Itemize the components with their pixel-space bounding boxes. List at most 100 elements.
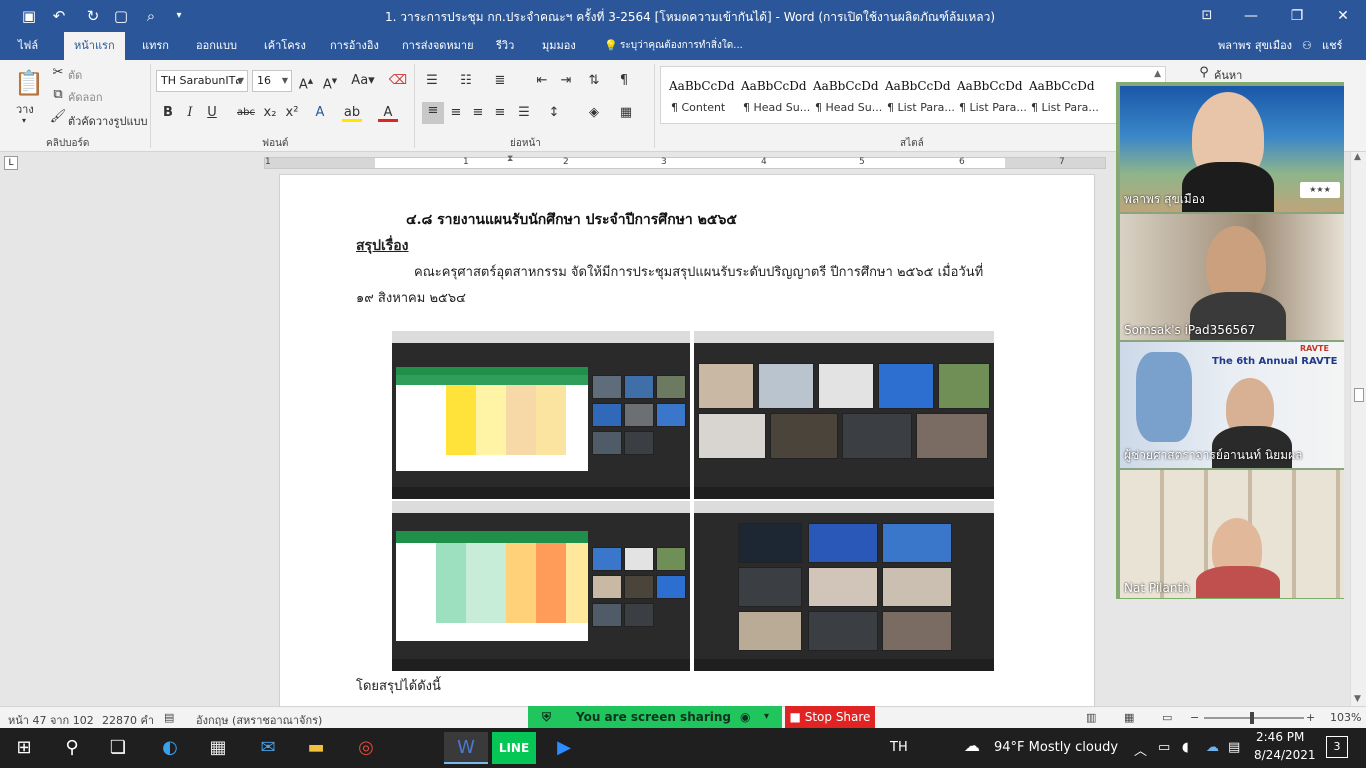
volume-icon[interactable]: ◖ [1182, 740, 1189, 755]
notifications-icon[interactable]: 3 [1326, 736, 1348, 758]
clock-date[interactable]: 8/24/2021 [1254, 748, 1316, 762]
align-left-icon[interactable]: ≡ [422, 102, 444, 124]
close-button[interactable]: ✕ [1320, 0, 1366, 32]
shrink-font-icon[interactable]: A▼ [320, 72, 340, 92]
style-list-para-1[interactable]: AaBbCcDd ¶ List Para... [879, 71, 955, 121]
multilevel-list-icon[interactable]: ≣ [490, 72, 510, 90]
cut-button[interactable]: ตัด [68, 66, 82, 84]
line-spacing-icon[interactable]: ↕ [544, 104, 564, 122]
copy-button[interactable]: คัดลอก [68, 88, 103, 106]
zoom-level[interactable]: 103% [1330, 711, 1361, 724]
video-tile-participant-1[interactable]: ★★★ พลาพร สุขเมือง [1120, 86, 1344, 212]
align-center-icon[interactable]: ≡ [446, 104, 466, 122]
horizontal-ruler[interactable]: 1 1 2 3 4 5 6 7 ⧗ [264, 154, 1106, 169]
font-color-icon[interactable]: A [378, 104, 398, 122]
shading-icon[interactable]: ◈ [584, 104, 604, 122]
zoom-icon[interactable]: ▶ [542, 732, 586, 764]
distributed-icon[interactable]: ☰ [514, 104, 534, 122]
style-list-para-2[interactable]: AaBbCcDd ¶ List Para... [951, 71, 1027, 121]
line-icon[interactable]: LINE [492, 732, 536, 764]
align-right-icon[interactable]: ≡ [468, 104, 488, 122]
borders-icon[interactable]: ▦ [616, 104, 636, 122]
video-tile-participant-3[interactable]: The 6th Annual RAVTE Meeting RAVTE ผู้ช่… [1120, 342, 1344, 468]
keyboard-icon[interactable]: ▤ [1228, 740, 1240, 755]
style-head-sub-2[interactable]: AaBbCcDd ¶ Head Su... [807, 71, 882, 121]
customize-toolbar-icon[interactable]: ▾ [168, 6, 190, 26]
share-person-icon[interactable]: ⚇ [1302, 32, 1312, 60]
style-content[interactable]: AaBbCcDd ¶ Content [663, 71, 735, 121]
vertical-scrollbar[interactable]: ▲ ▼ [1350, 152, 1366, 706]
format-painter-icon[interactable]: 🖌 [48, 108, 68, 126]
copy-icon[interactable]: ⧉ [48, 86, 68, 104]
zoom-slider-thumb[interactable] [1250, 712, 1254, 724]
meeting-video-panel[interactable]: ★★★ พลาพร สุขเมือง Somsak's iPad356567 T… [1116, 82, 1344, 599]
minimize-button[interactable]: — [1228, 0, 1274, 32]
store-icon[interactable]: ▦ [196, 732, 240, 764]
language-indicator[interactable]: อังกฤษ (สหราชอาณาจักร) [196, 711, 322, 729]
stop-share-button[interactable]: ■ Stop Share [785, 706, 875, 728]
video-tile-participant-4[interactable]: Nat Pilanth [1120, 470, 1344, 598]
styles-scroll-up-icon[interactable]: ▲ [1154, 69, 1161, 79]
zoom-out-icon[interactable]: − [1190, 711, 1199, 724]
network-icon[interactable]: ▭ [1158, 740, 1170, 755]
proofing-icon[interactable]: ▤ [164, 711, 174, 724]
justify-icon[interactable]: ≡ [490, 104, 510, 122]
share-button[interactable]: แชร์ [1322, 32, 1342, 60]
decrease-indent-icon[interactable]: ⇤ [532, 72, 552, 90]
search-icon[interactable]: ⚲ [50, 732, 94, 764]
numbering-icon[interactable]: ☷ [456, 72, 476, 90]
windows-start-icon[interactable]: ⊞ [2, 732, 46, 764]
print-preview-icon[interactable]: ⌕ [140, 6, 162, 26]
paste-icon[interactable]: 📋 [14, 68, 44, 98]
meeting-screenshot-collage[interactable] [392, 331, 996, 671]
sort-icon[interactable]: ⇅ [584, 72, 604, 90]
style-head-sub-1[interactable]: AaBbCcDd ¶ Head Su... [735, 71, 810, 121]
maximize-button[interactable]: ❐ [1274, 0, 1320, 32]
format-painter-button[interactable]: ตัวคัดวางรูปแบบ [68, 112, 148, 130]
clock-time[interactable]: 2:46 PM [1256, 730, 1304, 744]
tell-me-box[interactable]: ระบุว่าคุณต้องการทำสิ่งใด... [620, 32, 743, 60]
tab-layout[interactable]: เค้าโครง [264, 32, 306, 60]
scroll-thumb[interactable] [1354, 388, 1364, 402]
mail-icon[interactable]: ✉ [246, 732, 290, 764]
bold-icon[interactable]: B [158, 104, 178, 122]
font-name-combo[interactable]: TH SarabunIT๙ ▼ [156, 70, 248, 92]
tab-design[interactable]: ออกแบบ [196, 32, 237, 60]
video-tile-participant-2[interactable]: Somsak's iPad356567 [1120, 214, 1344, 340]
word-taskbar-icon[interactable]: W [444, 732, 488, 764]
print-layout-icon[interactable]: ▦ [1124, 711, 1134, 724]
font-size-combo[interactable]: 16 ▼ [252, 70, 292, 92]
highlight-icon[interactable]: ab [342, 104, 362, 122]
web-layout-icon[interactable]: ▭ [1162, 711, 1172, 724]
task-view-icon[interactable]: ❏ [96, 732, 140, 764]
scroll-down-icon[interactable]: ▼ [1354, 694, 1361, 704]
page-count[interactable]: หน้า 47 จาก 102 [8, 711, 94, 729]
read-mode-icon[interactable]: ▥ [1086, 711, 1096, 724]
grow-font-icon[interactable]: A▲ [296, 72, 316, 92]
tab-mailings[interactable]: การส่งจดหมาย [402, 32, 474, 60]
ribbon-display-icon[interactable]: ⊡ [1184, 0, 1230, 32]
redo-icon[interactable]: ↻ [82, 6, 104, 26]
tab-file[interactable]: ไฟล์ [18, 32, 38, 60]
share-options-icon[interactable]: ▾ [764, 706, 769, 728]
text-effects-icon[interactable]: A [310, 104, 330, 122]
word-count[interactable]: 22870 คำ [102, 711, 154, 729]
edge-icon[interactable]: ◐ [148, 732, 192, 764]
tab-selector-icon[interactable]: L [4, 156, 18, 170]
indent-marker-icon[interactable]: ⧗ [507, 154, 513, 164]
weather-text[interactable]: 94°F Mostly cloudy [994, 740, 1118, 755]
paste-dropdown-icon[interactable]: ▾ [22, 116, 26, 125]
zoom-in-icon[interactable]: + [1306, 711, 1315, 724]
tab-home[interactable]: หน้าแรก [64, 32, 125, 60]
weather-icon[interactable]: ☁ [964, 736, 980, 755]
tab-view[interactable]: มุมมอง [542, 32, 576, 60]
bullets-icon[interactable]: ☰ [422, 72, 442, 90]
increase-indent-icon[interactable]: ⇥ [556, 72, 576, 90]
new-document-icon[interactable]: ▢ [110, 6, 132, 26]
save-icon[interactable]: ▣ [18, 6, 40, 26]
superscript-icon[interactable]: x² [282, 104, 302, 122]
onedrive-icon[interactable]: ☁ [1206, 740, 1219, 755]
undo-icon[interactable]: ↶ [48, 6, 70, 26]
input-language[interactable]: TH [890, 740, 908, 755]
tab-references[interactable]: การอ้างอิง [330, 32, 379, 60]
